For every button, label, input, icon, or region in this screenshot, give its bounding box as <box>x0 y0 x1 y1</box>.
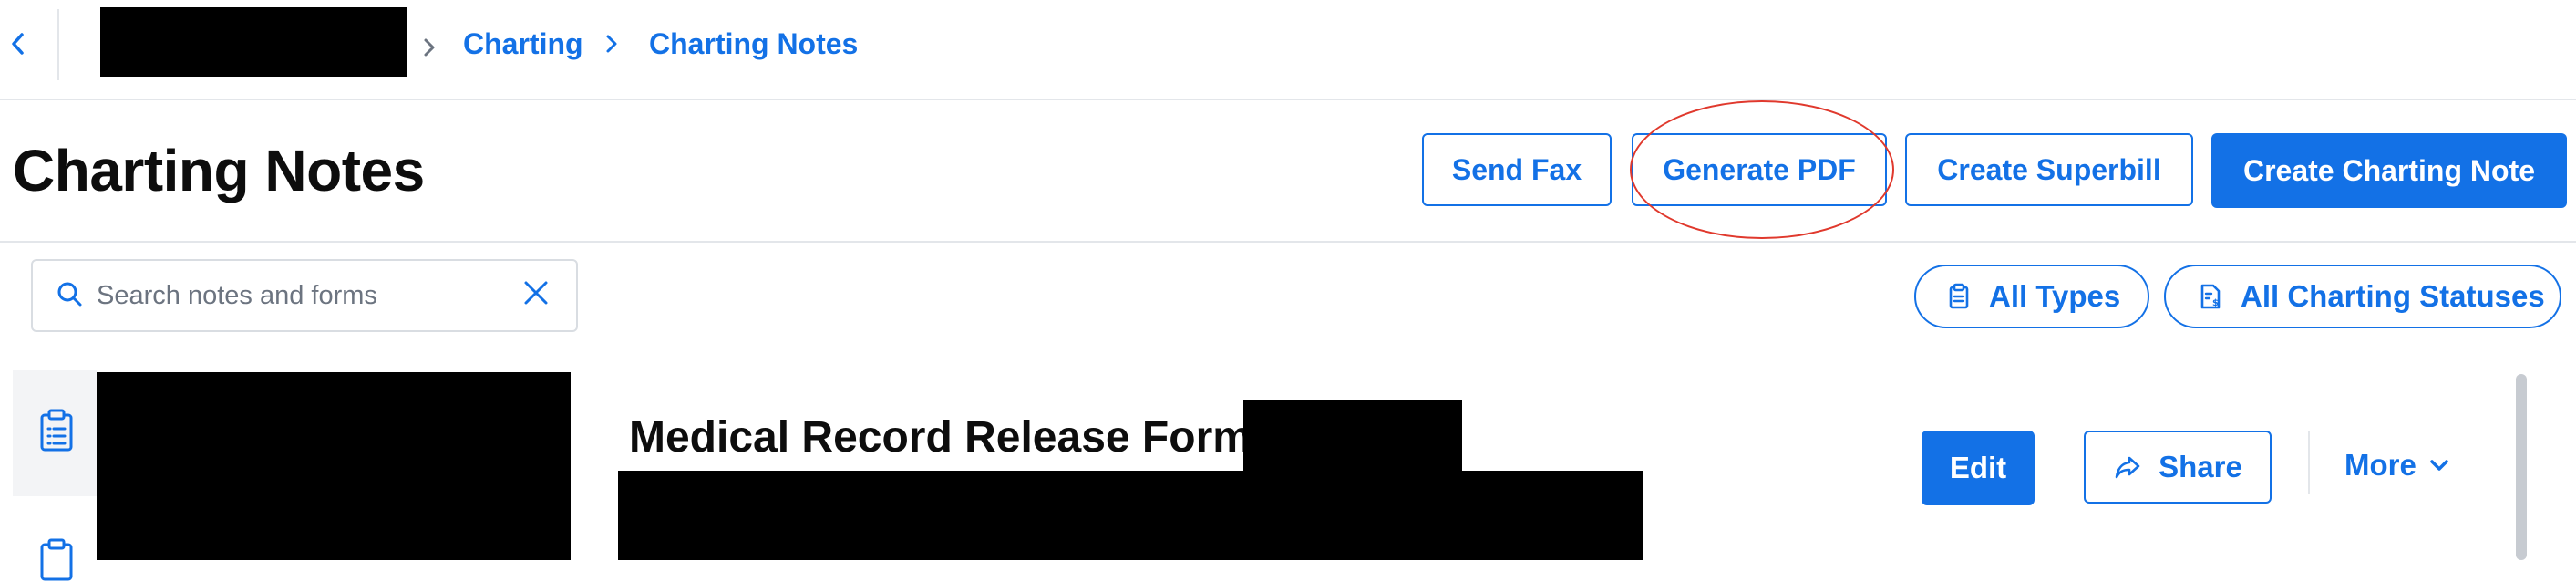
note-type-cell <box>13 370 97 496</box>
search-icon <box>57 282 82 307</box>
more-button[interactable]: More <box>2344 438 2451 493</box>
redacted-block <box>1243 400 1462 473</box>
clipboard-icon <box>1949 283 1969 309</box>
breadcrumb-separator-icon <box>598 18 625 69</box>
document-dollar-icon: $ <box>2200 284 2221 309</box>
clipboard-list-icon <box>40 538 73 581</box>
close-icon[interactable] <box>520 276 552 309</box>
create-charting-note-button[interactable]: Create Charting Note <box>2211 133 2567 208</box>
generate-pdf-button[interactable]: Generate PDF <box>1632 133 1887 206</box>
create-superbill-button[interactable]: Create Superbill <box>1905 133 2193 206</box>
breadcrumb-link-charting[interactable]: Charting <box>463 20 583 68</box>
toolbar-divider <box>57 9 59 80</box>
redacted-block <box>618 471 1643 560</box>
note-title[interactable]: Medical Record Release Form <box>629 412 1252 462</box>
all-types-filter[interactable]: All Types <box>1914 265 2149 328</box>
share-label: Share <box>2159 450 2242 483</box>
page-title: Charting Notes <box>13 138 425 203</box>
svg-text:$: $ <box>2212 298 2219 308</box>
breadcrumb-link-charting-notes[interactable]: Charting Notes <box>649 20 858 68</box>
all-types-label: All Types <box>1989 279 2121 313</box>
edit-button[interactable]: Edit <box>1922 431 2035 505</box>
share-arrow-icon <box>2115 456 2140 479</box>
breadcrumb-separator-icon <box>416 22 443 73</box>
actions-divider <box>2308 431 2310 494</box>
search-input[interactable] <box>97 270 498 321</box>
all-charting-statuses-label: All Charting Statuses <box>2241 279 2545 313</box>
redacted-block <box>97 372 571 560</box>
more-label: More <box>2344 448 2416 482</box>
scrollbar-thumb[interactable] <box>2516 374 2527 560</box>
header-divider <box>0 99 2576 100</box>
chevron-left-icon <box>12 33 24 55</box>
chevron-down-icon <box>2430 460 2448 471</box>
redacted-block <box>100 7 407 77</box>
toolbar-divider-bottom <box>0 241 2576 243</box>
share-button[interactable]: Share <box>2084 431 2272 504</box>
send-fax-button[interactable]: Send Fax <box>1422 133 1612 206</box>
clipboard-list-icon <box>40 409 73 452</box>
back-button[interactable] <box>0 15 36 73</box>
all-charting-statuses-filter[interactable]: $ All Charting Statuses <box>2164 265 2561 328</box>
